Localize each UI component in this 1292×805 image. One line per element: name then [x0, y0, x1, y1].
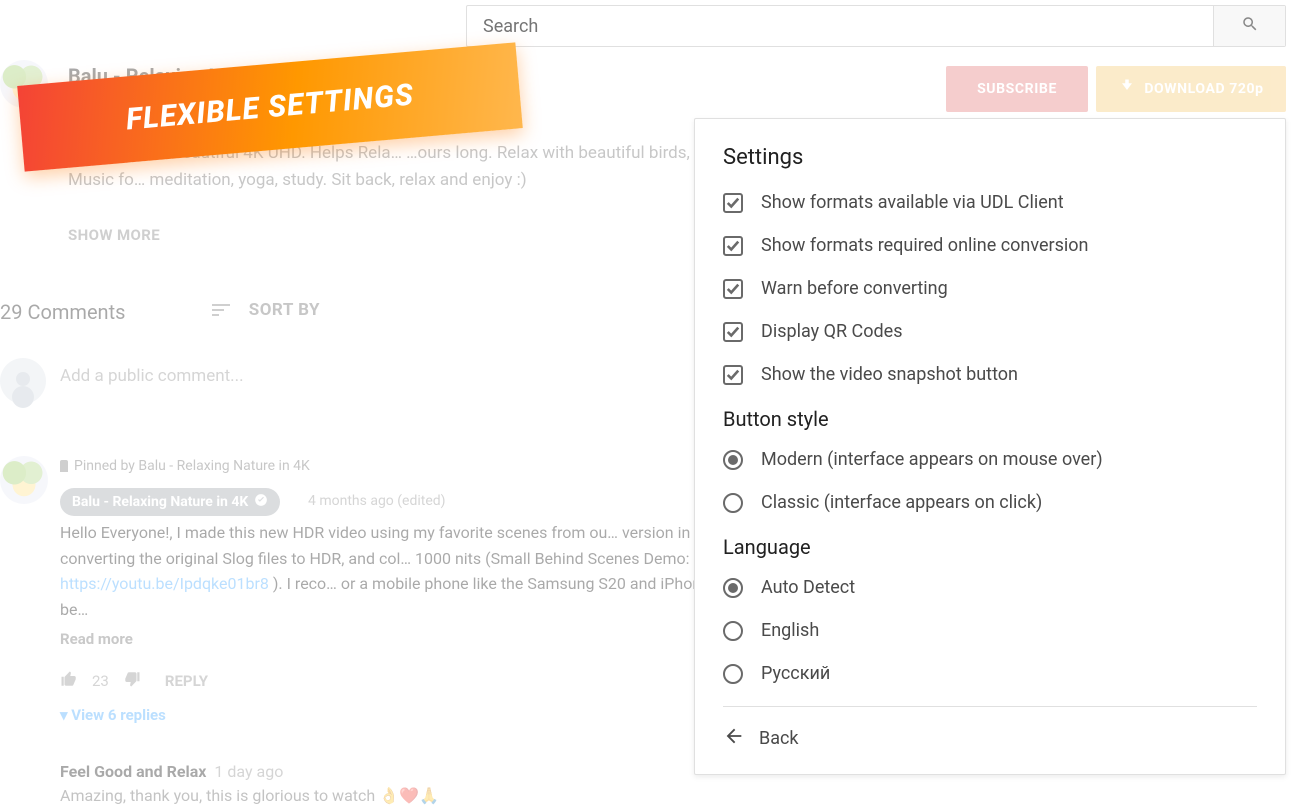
radio-icon [723, 621, 743, 641]
settings-check-online-conv[interactable]: Show formats required online conversion [723, 235, 1257, 256]
radio-label: Modern (interface appears on mouse over) [761, 449, 1103, 470]
comment-author-name: Balu - Relaxing Nature in 4K [72, 494, 248, 510]
read-more-button[interactable]: Read more [60, 630, 133, 648]
sort-by-label: SORT BY [249, 300, 320, 320]
search-input[interactable] [467, 6, 1213, 46]
sort-by-button[interactable]: SORT BY [212, 300, 320, 320]
comment-input[interactable]: Add a public comment... [60, 366, 244, 386]
comment-timestamp: 1 day ago [214, 762, 283, 781]
promo-banner: FLEXIBLE SETTINGS [17, 42, 523, 171]
settings-check-warn[interactable]: Warn before converting [723, 278, 1257, 299]
language-title: Language [723, 535, 1257, 559]
pinned-label: Pinned by Balu - Relaxing Nature in 4K [60, 458, 310, 474]
radio-classic[interactable]: Classic (interface appears on click) [723, 492, 1257, 513]
checkbox-icon [723, 365, 743, 385]
checkbox-icon [723, 193, 743, 213]
comment-author-chip[interactable]: Balu - Relaxing Nature in 4K [60, 488, 280, 516]
comment-actions: 23 REPLY [60, 670, 208, 692]
settings-check-snapshot[interactable]: Show the video snapshot button [723, 364, 1257, 385]
radio-label: Classic (interface appears on click) [761, 492, 1042, 513]
settings-check-udl[interactable]: Show formats available via UDL Client [723, 192, 1257, 213]
comment-body: Amazing, thank you, this is glorious to … [60, 786, 439, 805]
download-icon [1118, 78, 1136, 100]
divider [723, 706, 1257, 707]
check-label: Show formats available via UDL Client [761, 192, 1064, 213]
radio-icon [723, 493, 743, 513]
radio-label: Русский [761, 663, 830, 684]
check-label: Warn before converting [761, 278, 948, 299]
comment-link[interactable]: https://youtu.be/Ipdqke01br8 [60, 574, 269, 593]
radio-lang-ru[interactable]: Русский [723, 663, 1257, 684]
back-label: Back [759, 728, 799, 749]
settings-panel: Settings Show formats available via UDL … [694, 118, 1286, 775]
radio-label: Auto Detect [761, 577, 855, 598]
checkbox-icon [723, 236, 743, 256]
download-label: DOWNLOAD 720p [1144, 81, 1263, 97]
radio-modern[interactable]: Modern (interface appears on mouse over) [723, 449, 1257, 470]
comment-author-avatar [0, 456, 48, 504]
settings-title: Settings [723, 145, 1257, 170]
radio-lang-auto[interactable]: Auto Detect [723, 577, 1257, 598]
button-style-title: Button style [723, 407, 1257, 431]
checkbox-icon [723, 322, 743, 342]
check-label: Display QR Codes [761, 321, 903, 342]
radio-label: English [761, 620, 819, 641]
search-icon [1241, 15, 1259, 37]
check-label: Show formats required online conversion [761, 235, 1088, 256]
check-label: Show the video snapshot button [761, 364, 1018, 385]
view-replies-button[interactable]: View 6 replies [60, 706, 166, 724]
pin-icon [60, 460, 68, 472]
radio-lang-en[interactable]: English [723, 620, 1257, 641]
subscribe-button[interactable]: SUBSCRIBE [946, 66, 1088, 112]
show-more-button[interactable]: SHOW MORE [68, 226, 160, 244]
comments-count: 29 Comments [0, 300, 125, 324]
sort-icon [212, 304, 232, 318]
radio-icon [723, 450, 743, 470]
like-count: 23 [92, 672, 109, 690]
thumbs-up-icon[interactable] [60, 670, 78, 692]
verified-icon [254, 493, 268, 511]
download-button[interactable]: DOWNLOAD 720p [1096, 66, 1286, 112]
radio-icon [723, 578, 743, 598]
arrow-left-icon [723, 725, 745, 752]
user-avatar [0, 358, 46, 404]
settings-check-qr[interactable]: Display QR Codes [723, 321, 1257, 342]
back-button[interactable]: Back [723, 725, 1257, 752]
search-bar [466, 5, 1286, 47]
radio-icon [723, 664, 743, 684]
checkbox-icon [723, 279, 743, 299]
comment-author-name[interactable]: Feel Good and Relax1 day ago [60, 762, 283, 781]
search-button[interactable] [1213, 6, 1285, 46]
thumbs-down-icon[interactable] [123, 670, 141, 692]
comment-timestamp: 4 months ago (edited) [308, 493, 446, 509]
reply-button[interactable]: REPLY [165, 672, 208, 690]
